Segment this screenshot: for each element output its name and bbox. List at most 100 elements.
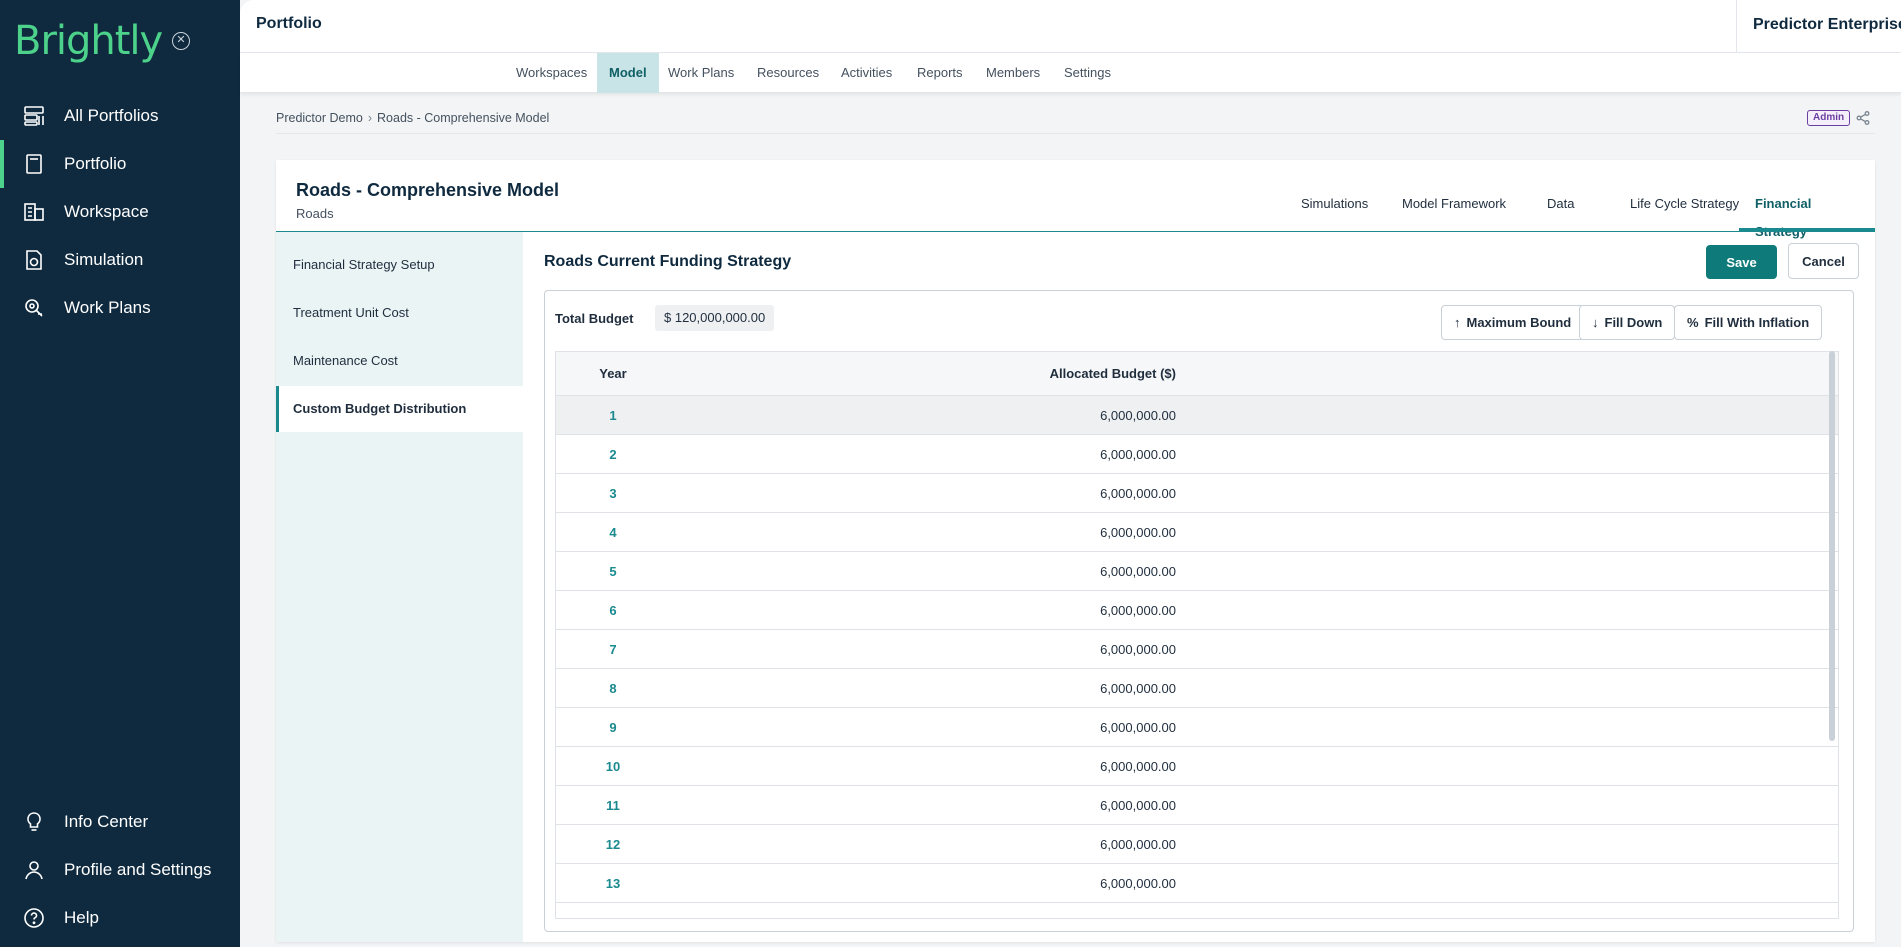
allocated-budget-cell[interactable]: 6,000,000.00 — [1100, 720, 1176, 735]
year-cell[interactable]: 5 — [556, 564, 670, 579]
tab-model-framework[interactable]: Model Framework — [1386, 190, 1522, 230]
sidebar-item-label: Simulation — [64, 250, 144, 269]
cancel-button[interactable]: Cancel — [1788, 243, 1859, 279]
fill-down-button[interactable]: ↓ Fill Down — [1579, 305, 1676, 340]
table-row[interactable]: 6 6,000,000.00 — [556, 591, 1838, 630]
workspace-icon — [24, 203, 44, 221]
help-icon — [24, 908, 44, 928]
sidebar-item-all-portfolios[interactable]: All Portfolios — [0, 92, 240, 140]
table-row[interactable]: 8 6,000,000.00 — [556, 669, 1838, 708]
year-cell[interactable]: 11 — [556, 798, 670, 813]
year-cell[interactable]: 13 — [556, 876, 670, 891]
tab-data[interactable]: Data — [1531, 190, 1590, 230]
table-row[interactable]: 7 6,000,000.00 — [556, 630, 1838, 669]
fill-down-label: Fill Down — [1604, 315, 1663, 330]
year-cell[interactable]: 10 — [556, 759, 670, 774]
allocated-budget-cell[interactable]: 6,000,000.00 — [1100, 525, 1176, 540]
sidebar-item-workspace[interactable]: Workspace — [0, 188, 240, 236]
breadcrumb-current: Roads - Comprehensive Model — [377, 111, 550, 125]
nav-financial-strategy-setup[interactable]: Financial Strategy Setup — [276, 242, 523, 288]
sidebar-item-simulation[interactable]: Simulation — [0, 236, 240, 284]
year-cell[interactable]: 2 — [556, 447, 670, 462]
brightly-logo[interactable]: Brightly — [14, 18, 163, 64]
work-plans-icon — [25, 299, 43, 317]
menu-members[interactable]: Members — [974, 53, 1052, 93]
tab-financial-strategy[interactable]: Financial Strategy — [1739, 190, 1875, 239]
logo-text: Brightly — [14, 18, 163, 64]
breadcrumb-predictor-demo[interactable]: Predictor Demo — [276, 111, 363, 125]
nav-custom-budget-distribution[interactable]: Custom Budget Distribution — [276, 386, 523, 432]
table-row[interactable]: 12 6,000,000.00 — [556, 825, 1838, 864]
year-cell[interactable]: 9 — [556, 720, 670, 735]
allocated-budget-cell[interactable]: 6,000,000.00 — [1100, 759, 1176, 774]
sidebar-item-label: Work Plans — [64, 298, 151, 317]
allocated-budget-cell[interactable]: 6,000,000.00 — [1100, 447, 1176, 462]
table-row[interactable]: 2 6,000,000.00 — [556, 435, 1838, 474]
menu-settings[interactable]: Settings — [1052, 53, 1123, 93]
column-header-allocated-budget[interactable]: Allocated Budget ($) — [1050, 366, 1176, 381]
allocated-budget-cell[interactable]: 6,000,000.00 — [1100, 837, 1176, 852]
nav-treatment-unit-cost[interactable]: Treatment Unit Cost — [276, 290, 523, 336]
maximum-bound-label: Maximum Bound — [1466, 315, 1572, 330]
menu-workspaces[interactable]: Workspaces — [504, 53, 599, 93]
year-cell[interactable]: 12 — [556, 837, 670, 852]
share-icon[interactable] — [1855, 110, 1871, 126]
year-cell[interactable]: 1 — [556, 408, 670, 423]
user-icon — [25, 861, 43, 880]
strategy-title: Roads Current Funding Strategy — [544, 253, 792, 270]
allocated-budget-cell[interactable]: 6,000,000.00 — [1100, 564, 1176, 579]
page-title: Portfolio — [256, 15, 322, 32]
arrow-up-icon: ↑ — [1454, 315, 1461, 330]
menu-work-plans[interactable]: Work Plans — [656, 53, 746, 93]
sidebar-item-portfolio[interactable]: Portfolio — [0, 140, 240, 188]
year-cell[interactable]: 8 — [556, 681, 670, 696]
breadcrumb-separator: › — [367, 111, 373, 125]
strategy-side-nav: Financial Strategy Setup Treatment Unit … — [276, 232, 523, 942]
allocated-budget-cell[interactable]: 6,000,000.00 — [1100, 603, 1176, 618]
menu-activities[interactable]: Activities — [829, 53, 904, 93]
sidebar-item-info-center[interactable]: Info Center — [0, 798, 240, 846]
fill-with-inflation-button[interactable]: % Fill With Inflation — [1674, 305, 1823, 340]
grid-scrollbar[interactable] — [1829, 351, 1835, 741]
menu-reports[interactable]: Reports — [905, 53, 975, 93]
allocated-budget-cell[interactable]: 6,000,000.00 — [1100, 486, 1176, 501]
allocated-budget-cell[interactable]: 6,000,000.00 — [1100, 681, 1176, 696]
sidebar-item-help[interactable]: Help — [0, 894, 240, 942]
table-row[interactable]: 1 6,000,000.00 — [556, 396, 1838, 435]
sidebar-item-label: Help — [64, 908, 99, 927]
menu-resources[interactable]: Resources — [745, 53, 831, 93]
column-header-year[interactable]: Year — [556, 366, 670, 381]
collapse-sidebar-icon[interactable]: ✕ — [172, 32, 190, 50]
total-budget-value: $ 120,000,000.00 — [655, 305, 775, 331]
allocated-budget-cell[interactable]: 6,000,000.00 — [1100, 798, 1176, 813]
maximum-bound-button[interactable]: ↑ Maximum Bound — [1441, 305, 1585, 340]
menu-model[interactable]: Model — [597, 53, 659, 93]
allocated-budget-cell[interactable]: 6,000,000.00 — [1100, 408, 1176, 423]
table-row[interactable]: 13 6,000,000.00 — [556, 864, 1838, 903]
table-row[interactable]: 4 6,000,000.00 — [556, 513, 1838, 552]
table-row[interactable]: 9 6,000,000.00 — [556, 708, 1838, 747]
tab-life-cycle-strategy[interactable]: Life Cycle Strategy — [1614, 190, 1755, 230]
year-cell[interactable]: 7 — [556, 642, 670, 657]
save-button[interactable]: Save — [1706, 245, 1777, 279]
table-row[interactable]: 10 6,000,000.00 — [556, 747, 1838, 786]
year-cell[interactable]: 6 — [556, 603, 670, 618]
breadcrumb-divider — [276, 133, 1875, 134]
allocated-budget-cell[interactable]: 6,000,000.00 — [1100, 876, 1176, 891]
module-menu: Workspaces Model Work Plans Resources Ac… — [240, 53, 1901, 93]
grid-header: Year Allocated Budget ($) — [556, 352, 1838, 396]
tab-simulations[interactable]: Simulations — [1285, 190, 1384, 230]
table-row[interactable]: 3 6,000,000.00 — [556, 474, 1838, 513]
nav-maintenance-cost[interactable]: Maintenance Cost — [276, 338, 523, 384]
sidebar-item-label: Portfolio — [64, 154, 127, 173]
year-cell[interactable]: 4 — [556, 525, 670, 540]
year-cell[interactable]: 3 — [556, 486, 670, 501]
table-row[interactable]: 5 6,000,000.00 — [556, 552, 1838, 591]
allocated-budget-cell[interactable]: 6,000,000.00 — [1100, 642, 1176, 657]
sidebar-item-label: Workspace — [64, 202, 149, 221]
sidebar-item-work-plans[interactable]: Work Plans — [0, 284, 240, 332]
sidebar-item-profile-settings[interactable]: Profile and Settings — [0, 846, 240, 894]
sidebar-item-label: Profile and Settings — [64, 860, 212, 879]
table-row[interactable]: 11 6,000,000.00 — [556, 786, 1838, 825]
product-name-area: Predictor Enterprise — [1736, 0, 1901, 53]
